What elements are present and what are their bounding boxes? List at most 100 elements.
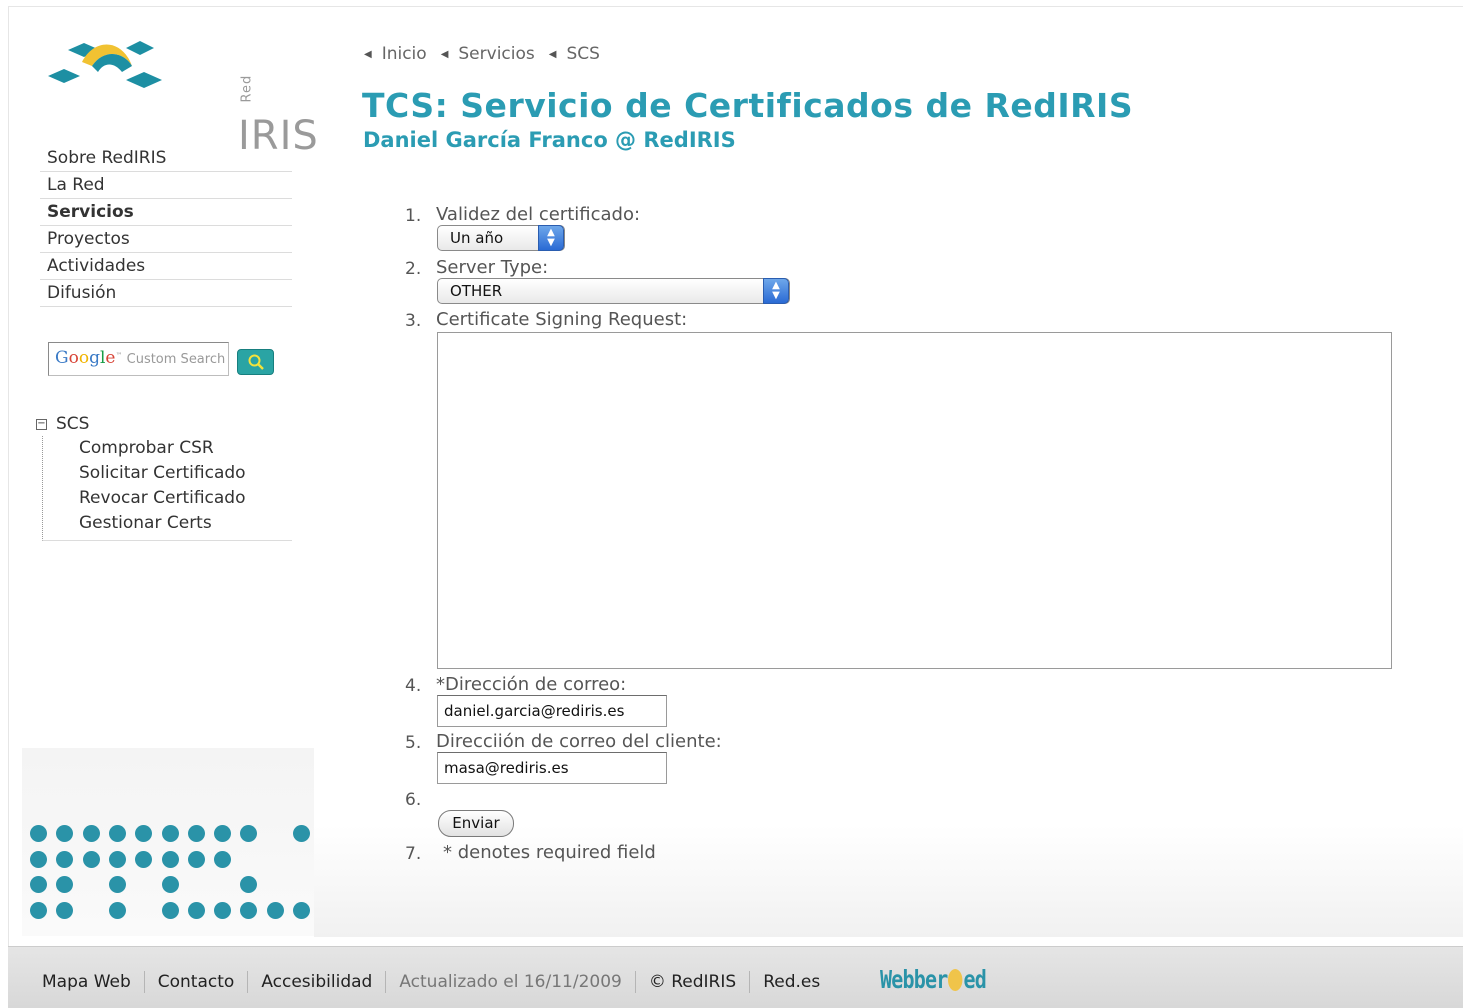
footer-link-accesibilidad[interactable]: Accesibilidad <box>247 971 385 993</box>
required-note: * denotes required field <box>443 842 656 863</box>
field-number: 5. <box>405 733 422 753</box>
field-label: *Dirección de correo: <box>436 674 627 695</box>
decorative-dot <box>56 901 74 919</box>
field-label: Direcciión de correo del cliente: <box>436 731 722 752</box>
decorative-dot <box>108 876 126 893</box>
webberred-logo[interactable]: Webber ed <box>880 965 987 994</box>
breadcrumb-label: Inicio <box>381 44 427 64</box>
tree-root-label: SCS <box>56 414 90 434</box>
sidebar-item-actividades[interactable]: Actividades <box>40 253 292 280</box>
field-number: 2. <box>405 259 422 279</box>
field-number: 7. <box>405 844 422 864</box>
collapse-icon[interactable]: − <box>36 418 47 430</box>
decorative-dot <box>214 850 232 868</box>
triangle-left-icon: ◀ <box>364 48 372 60</box>
search-input[interactable]: Google™ Custom Search <box>48 342 229 376</box>
decorative-dot <box>187 850 205 868</box>
server-type-select[interactable]: OTHER ▲ ▼ <box>437 278 790 304</box>
decorative-dot <box>214 901 232 919</box>
decorative-dot <box>187 825 205 842</box>
decorative-dot <box>161 901 179 919</box>
decorative-dot <box>56 850 74 868</box>
sidebar-item-la-red[interactable]: La Red <box>40 172 292 199</box>
google-logo: Google <box>55 348 116 368</box>
webber-text: Webber <box>880 965 948 994</box>
breadcrumb: ◀ Inicio ◀ Servicios ◀ SCS <box>364 44 600 64</box>
server-type-select-value: OTHER <box>450 282 503 300</box>
decorative-dot <box>293 825 310 842</box>
breadcrumb-inicio[interactable]: ◀ Inicio <box>364 44 427 64</box>
search-placeholder: Custom Search <box>126 352 226 367</box>
breadcrumb-servicios[interactable]: ◀ Servicios <box>441 44 535 64</box>
decorative-dot <box>108 825 126 842</box>
tree-item-comprobar-csr[interactable]: Comprobar CSR <box>79 436 292 461</box>
tree-item-gestionar-certs[interactable]: Gestionar Certs <box>79 511 292 536</box>
triangle-left-icon: ◀ <box>548 48 557 60</box>
footer: Mapa Web Contacto Accesibilidad Actualiz… <box>8 946 1463 1008</box>
footer-updated: Actualizado el 16/11/2009 <box>385 971 635 993</box>
triangle-left-icon: ◀ <box>440 48 449 60</box>
sidebar-item-difusion[interactable]: Difusión <box>40 280 292 307</box>
breadcrumb-scs[interactable]: ◀ SCS <box>549 44 600 64</box>
search-button[interactable] <box>237 349 274 375</box>
decorative-dot <box>293 901 310 919</box>
scs-tree: − SCS Comprobar CSR Solicitar Certificad… <box>36 412 292 541</box>
decorative-dot <box>161 825 179 842</box>
select-arrows-icon: ▲ ▼ <box>538 225 564 251</box>
decorative-dot <box>135 825 153 842</box>
decorative-dot <box>161 850 179 868</box>
rediris-logo-icon <box>48 41 162 88</box>
decorative-dot <box>187 901 205 919</box>
csr-textarea[interactable] <box>437 332 1392 669</box>
field-label: Validez del certificado: <box>436 204 641 225</box>
validity-select-value: Un año <box>450 229 504 247</box>
footer-link-mapa-web[interactable]: Mapa Web <box>42 971 144 993</box>
decorative-dot <box>82 850 100 868</box>
decorative-dot <box>30 850 47 868</box>
decorative-dot <box>30 825 47 842</box>
decorative-dot <box>30 876 47 893</box>
sidebar-nav: Sobre RedIRIS La Red Servicios Proyectos… <box>40 145 292 307</box>
submit-button[interactable]: Enviar <box>438 810 514 837</box>
decorative-dot <box>56 876 74 893</box>
rediris-logo[interactable]: RedIRIS <box>44 36 318 156</box>
footer-link-contacto[interactable]: Contacto <box>143 971 248 993</box>
breadcrumb-label: SCS <box>566 44 600 64</box>
sidebar-item-proyectos[interactable]: Proyectos <box>40 226 292 253</box>
sidebar-item-sobre-rediris[interactable]: Sobre RedIRIS <box>40 145 292 172</box>
decorative-dot <box>108 901 126 919</box>
validity-select[interactable]: Un año ▲ ▼ <box>437 225 565 251</box>
egg-icon <box>948 969 963 991</box>
footer-link-copyright[interactable]: © RedIRIS <box>634 971 749 993</box>
breadcrumb-label: Servicios <box>458 44 535 64</box>
field-number: 6. <box>405 790 422 810</box>
footer-link-red-es[interactable]: Red.es <box>749 971 833 993</box>
decorative-dot <box>266 901 284 919</box>
email-field[interactable] <box>437 695 667 727</box>
decorative-dot <box>214 825 232 842</box>
tree-item-revocar-certificado[interactable]: Revocar Certificado <box>79 486 292 511</box>
decorative-dots <box>22 748 314 936</box>
sidebar-item-servicios[interactable]: Servicios <box>40 199 292 226</box>
decorative-dot <box>161 876 179 893</box>
field-label: Server Type: <box>436 257 549 278</box>
field-number: 1. <box>405 206 422 226</box>
decorative-dot <box>240 901 258 919</box>
tree-root-scs[interactable]: − SCS <box>36 412 292 436</box>
client-email-field[interactable] <box>437 752 667 784</box>
field-number: 3. <box>405 311 422 331</box>
decorative-dot <box>82 825 100 842</box>
search-icon <box>248 354 264 370</box>
footer-links: Mapa Web Contacto Accesibilidad Actualiz… <box>42 971 833 993</box>
decorative-dot <box>240 825 258 842</box>
decorative-dot <box>30 901 47 919</box>
decorative-dot <box>135 850 153 868</box>
decorative-dot <box>56 825 74 842</box>
select-arrows-icon: ▲ ▼ <box>763 278 789 304</box>
webber-text-end: ed <box>963 965 986 994</box>
logo-small-text: Red <box>239 74 255 103</box>
page-subtitle: Daniel García Franco @ RedIRIS <box>363 128 736 152</box>
field-number: 4. <box>405 676 422 696</box>
page-title: TCS: Servicio de Certificados de RedIRIS <box>362 86 1134 125</box>
tree-item-solicitar-certificado[interactable]: Solicitar Certificado <box>79 461 292 486</box>
